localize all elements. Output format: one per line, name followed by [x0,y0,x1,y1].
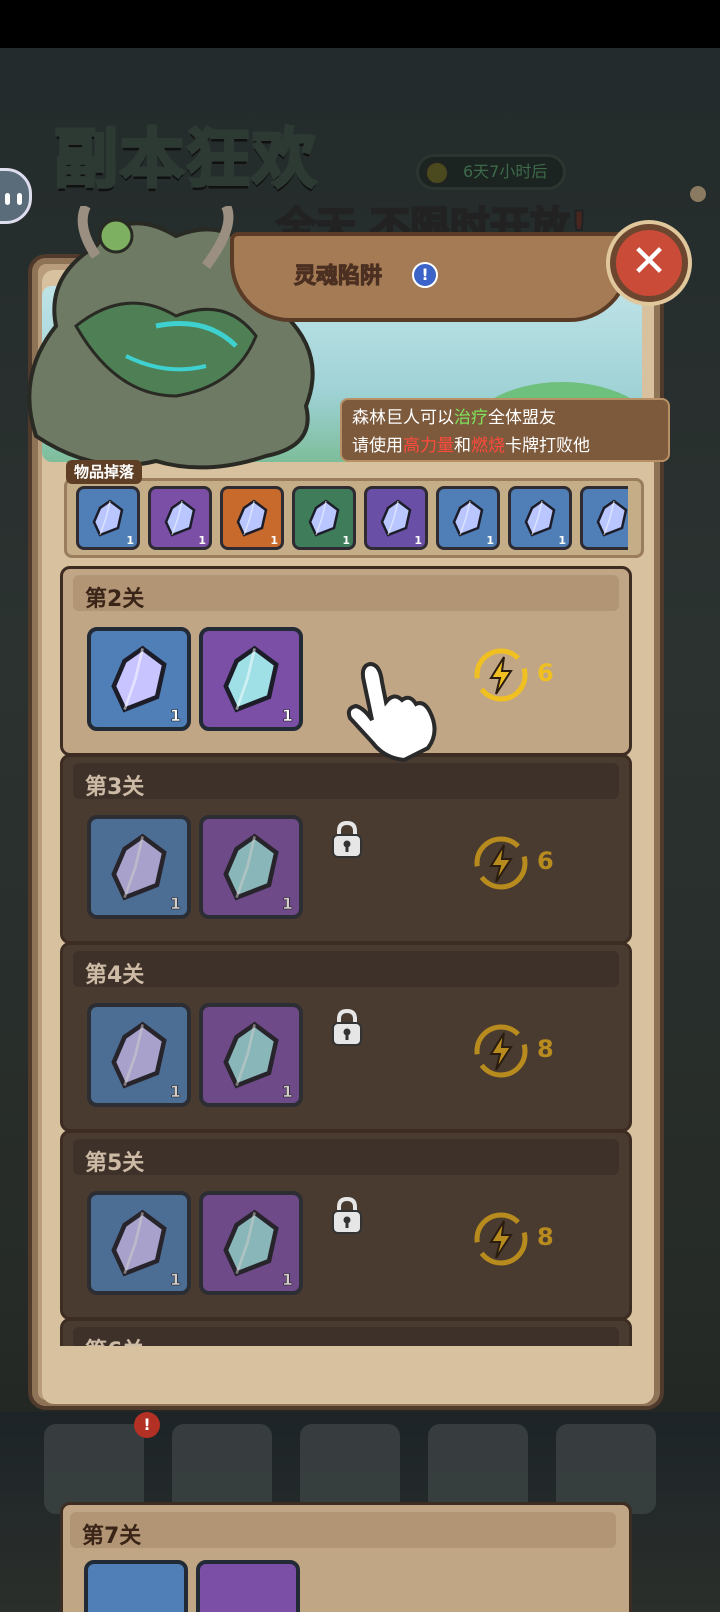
desc-highlight-burn: 燃烧 [471,436,505,456]
eye-icon [17,193,22,205]
stage-row[interactable]: 第4关 1 1 8 [60,942,632,1132]
lock-icon [327,819,367,859]
nav-shop-icon[interactable] [556,1424,656,1514]
drop-item[interactable]: 1 [148,486,212,550]
energy-cost: 8 [537,1035,554,1063]
reward-blue-crystal[interactable]: 1 [87,1191,191,1295]
stage-label: 第3关 [85,775,145,800]
boss-description: 森林巨人可以治疗全体盟友 请使用高力量和燃烧卡牌打败他 [340,398,670,462]
game-screen: 副本狂欢 6天7小时后 全天 不限时开放! 灵魂陷阱 ! ✕ 森林巨人可以治疗全… [0,0,720,1612]
reward-blue-crystal[interactable]: 1 [87,627,191,731]
reward-blue-crystal[interactable] [84,1560,188,1612]
drop-item[interactable] [580,486,628,550]
drop-count: 1 [486,534,494,547]
energy-icon [473,835,529,891]
drop-count: 1 [414,534,422,547]
reward-count: 1 [169,894,182,914]
drop-item[interactable]: 1 [292,486,356,550]
reward-purple-crystal[interactable]: 1 [199,1003,303,1107]
drop-count: 1 [198,534,206,547]
energy-icon [473,647,529,703]
reward-count: 1 [281,894,294,914]
reward-purple-crystal[interactable]: 1 [199,1191,303,1295]
stage-row[interactable]: 第5关 1 1 8 [60,1130,632,1320]
nav-cards-icon[interactable] [172,1424,272,1514]
stage-label: 第5关 [85,1151,145,1176]
desc-text: 和 [454,436,471,456]
energy-cost: 8 [537,1223,554,1251]
stage-label: 第2关 [85,587,145,612]
close-icon: ✕ [630,236,668,287]
desc-highlight-power: 高力量 [403,436,454,456]
reward-blue-crystal[interactable]: 1 [87,1003,191,1107]
drops-label: 物品掉落 [66,460,143,484]
event-title-part2: 狂欢 [185,122,318,199]
info-icon[interactable]: ! [412,262,438,288]
nav-alert-badge: ! [134,1412,160,1438]
stage-row-preview-label: 第7关 [82,1524,142,1549]
drop-count: 1 [270,534,278,547]
drop-item[interactable]: 1 [364,486,428,550]
drop-count: 1 [558,534,566,547]
stage-row-head [73,763,619,799]
event-title: 副本狂欢 [53,108,318,200]
list-bottom-frame [60,1346,632,1396]
stage-row-head [73,951,619,987]
energy-cost: 6 [537,847,554,875]
reward-count: 1 [281,1270,294,1290]
lock-icon [327,1195,367,1235]
reward-count: 1 [281,1082,294,1102]
stage-label: 第4关 [85,963,145,988]
reward-count: 1 [169,706,182,726]
drop-count: 1 [126,534,134,547]
drop-item[interactable]: 1 [220,486,284,550]
event-title-part1: 副本 [53,122,186,199]
drop-count: 1 [342,534,350,547]
stage-row[interactable]: 第6关 [60,1318,632,1346]
desc-highlight-heal: 治疗 [454,408,488,428]
desc-text: 全体盟友 [488,408,556,428]
energy-icon [473,1211,529,1267]
energy-icon [473,1023,529,1079]
nav-battle-icon[interactable] [300,1424,400,1514]
reward-count: 1 [281,706,294,726]
drop-item[interactable]: 1 [508,486,572,550]
eye-icon [5,193,10,205]
desc-text: 森林巨人可以 [352,408,454,428]
drop-item[interactable]: 1 [76,486,140,550]
event-timer-text: 6天7小时后 [463,162,548,181]
reward-purple-crystal[interactable]: 1 [199,627,303,731]
stage-row-head [73,575,619,611]
side-dot [690,186,706,202]
reward-blue-crystal[interactable]: 1 [87,815,191,919]
nav-portal-icon[interactable] [428,1424,528,1514]
reward-count: 1 [169,1082,182,1102]
dialog-title: 灵魂陷阱 [293,264,383,290]
stage-row-head [73,1139,619,1175]
stage-row-preview-head [70,1512,616,1548]
desc-line-2: 请使用高力量和燃烧卡牌打败他 [352,432,668,460]
drops-list[interactable]: 1 1 1 1 1 1 1 [76,486,628,552]
tap-hint-hand-icon [346,661,437,762]
close-button[interactable]: ✕ [610,224,688,302]
reward-purple-crystal[interactable] [196,1560,300,1612]
desc-line-1: 森林巨人可以治疗全体盟友 [352,404,668,432]
nav-castle-icon[interactable] [44,1424,144,1514]
energy-cost: 6 [537,659,554,687]
reward-count: 1 [169,1270,182,1290]
event-timer: 6天7小时后 [416,154,566,190]
status-bar [0,0,720,48]
drop-item[interactable]: 1 [436,486,500,550]
desc-text: 卡牌打败他 [505,436,590,456]
stage-row-head [73,1327,619,1346]
reward-purple-crystal[interactable]: 1 [199,815,303,919]
desc-text: 请使用 [352,436,403,456]
clock-icon [425,161,449,185]
stage-row[interactable]: 第3关 1 1 6 [60,754,632,944]
stage-label: 第6关 [85,1333,144,1346]
lock-icon [327,1007,367,1047]
